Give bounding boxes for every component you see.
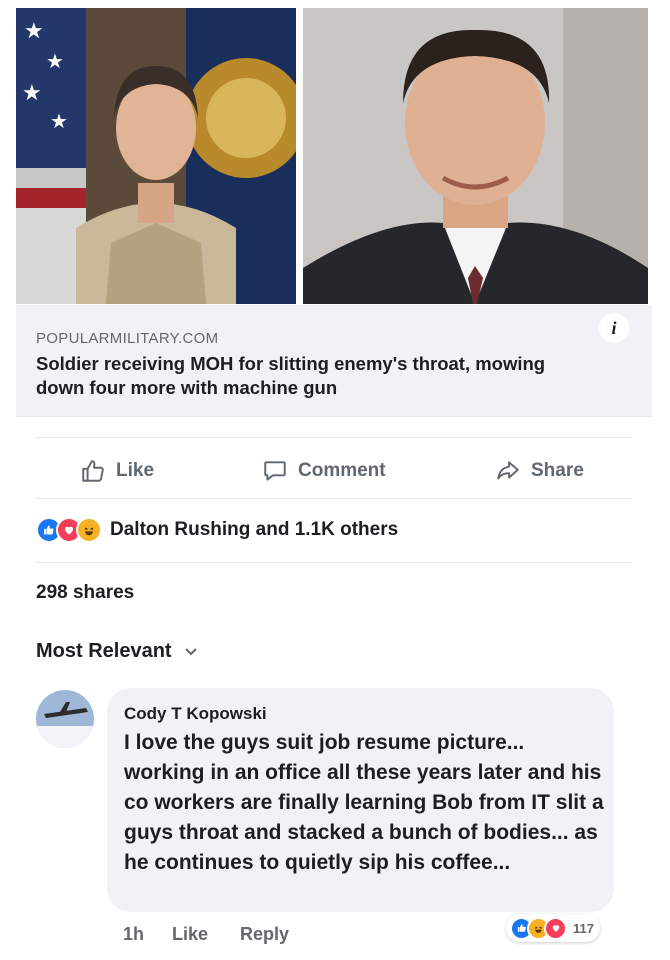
link-preview-box[interactable]: POPULARMILITARY.COM Soldier receiving MO…	[16, 305, 652, 417]
divider	[36, 498, 632, 499]
suit-photo[interactable]	[303, 8, 648, 304]
haha-reaction-icon	[76, 517, 102, 543]
comment-author[interactable]: Cody T Kopowski	[124, 704, 267, 724]
link-headline[interactable]: Soldier receiving MOH for slitting enemy…	[36, 352, 596, 400]
avatar[interactable]	[36, 690, 94, 748]
shares-count[interactable]: 298 shares	[36, 582, 134, 604]
sort-label: Most Relevant	[36, 640, 172, 662]
svg-text:★: ★	[46, 49, 64, 73]
svg-text:★: ★	[24, 19, 44, 44]
comment-sort-dropdown[interactable]: Most Relevant	[36, 640, 198, 663]
divider	[36, 562, 632, 563]
comment-like-link[interactable]: Like	[172, 924, 208, 945]
divider	[36, 437, 632, 438]
info-button[interactable]: i	[599, 313, 629, 343]
thumbs-up-icon	[80, 458, 106, 484]
like-button[interactable]: Like	[80, 456, 154, 486]
share-label: Share	[531, 460, 584, 481]
love-reaction-icon	[544, 916, 567, 940]
like-label: Like	[116, 460, 155, 481]
svg-text:★: ★	[50, 109, 68, 133]
reactions-text[interactable]: Dalton Rushing and 1.1K others	[110, 519, 398, 541]
link-domain: POPULARMILITARY.COM	[36, 330, 219, 347]
svg-text:★: ★	[22, 81, 42, 106]
comment-reactions[interactable]: 117	[506, 914, 600, 942]
comment-label: Comment	[298, 460, 386, 481]
comment-icon	[262, 458, 288, 484]
share-icon	[495, 458, 521, 484]
comment-time[interactable]: 1h	[123, 924, 144, 945]
comment-reply-link[interactable]: Reply	[240, 924, 289, 945]
comment-reaction-count: 117	[573, 920, 594, 936]
chevron-down-icon	[184, 640, 198, 663]
soldier-photo[interactable]: ★ ★ ★ ★	[16, 8, 296, 304]
comment-button[interactable]: Comment	[262, 456, 386, 486]
reactions-summary[interactable]: Dalton Rushing and 1.1K others	[36, 515, 398, 545]
share-button[interactable]: Share	[495, 456, 584, 486]
link-preview-images[interactable]: ★ ★ ★ ★	[0, 0, 670, 305]
comment-bubble[interactable]: Cody T Kopowski I love the guys suit job…	[107, 688, 614, 912]
comment-text: I love the guys suit job resume picture.…	[124, 731, 604, 874]
